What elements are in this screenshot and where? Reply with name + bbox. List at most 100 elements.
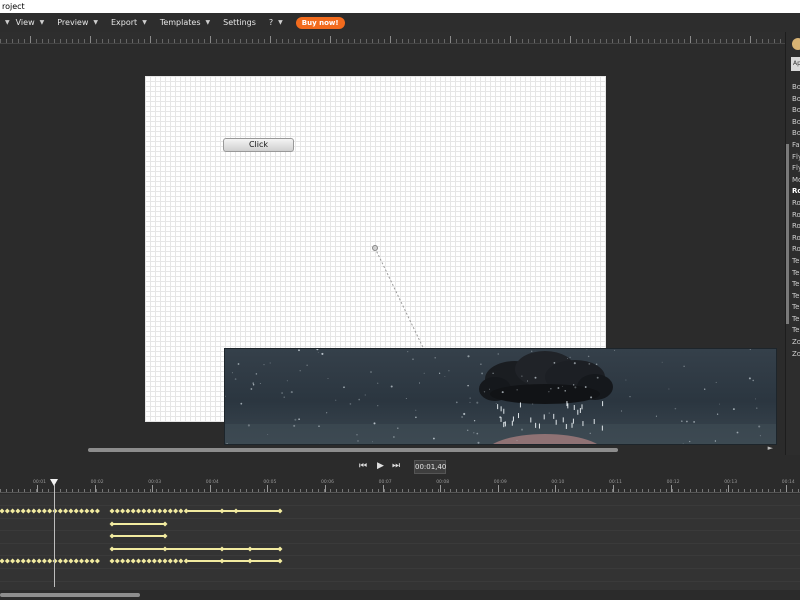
keyframe-diamond[interactable] <box>157 508 163 514</box>
buy-now-button[interactable]: Buy now! <box>295 16 345 29</box>
keyframe-diamond[interactable] <box>47 558 53 564</box>
keyframe-diamond[interactable] <box>162 521 168 527</box>
effect-list-item[interactable]: Bo <box>792 95 800 107</box>
menu-preview[interactable]: Preview ▼ <box>57 18 98 27</box>
keyframe-diamond[interactable] <box>178 508 184 514</box>
keyframe-diamond[interactable] <box>120 558 126 564</box>
keyframe-diamond[interactable] <box>36 558 42 564</box>
keyframe-diamond[interactable] <box>94 508 100 514</box>
motion-path-handle[interactable] <box>372 245 378 251</box>
keyframe-diamond[interactable] <box>157 558 163 564</box>
keyframe-diamond[interactable] <box>68 558 74 564</box>
keyframe-diamond[interactable] <box>0 508 5 514</box>
keyframe-diamond[interactable] <box>26 558 31 564</box>
keyframe-diamond[interactable] <box>219 508 225 514</box>
keyframe-diamond[interactable] <box>247 546 253 552</box>
effect-list-item[interactable]: Ro <box>792 187 800 199</box>
effect-list-item[interactable]: Te <box>792 292 800 304</box>
keyframe-diamond[interactable] <box>277 558 283 564</box>
scrollbar-thumb[interactable] <box>88 448 618 452</box>
keyframe-diamond[interactable] <box>84 508 90 514</box>
effect-list-item[interactable]: Bo <box>792 83 800 95</box>
keyframe-diamond[interactable] <box>89 558 95 564</box>
keyframe-diamond[interactable] <box>31 558 37 564</box>
keyframe-diamond[interactable] <box>73 508 79 514</box>
skip-forward-icon[interactable]: ⏭ <box>392 461 400 471</box>
keyframe-diamond[interactable] <box>162 508 168 514</box>
keyframe-diamond[interactable] <box>47 508 53 514</box>
keyframe-diamond[interactable] <box>31 508 37 514</box>
effect-list-item[interactable]: Ro <box>792 222 800 234</box>
keyframe-diamond[interactable] <box>277 546 283 552</box>
keyframe-diamond[interactable] <box>109 558 115 564</box>
keyframe-diamond[interactable] <box>41 508 47 514</box>
keyframe-diamond[interactable] <box>15 508 21 514</box>
effect-list-item[interactable]: Fly <box>792 153 800 165</box>
keyframe-diamond[interactable] <box>114 508 120 514</box>
timeline-ruler[interactable]: 00:01 00:02 00:03 00:04 00:05 00:06 00:07 00:08… <box>0 479 800 493</box>
effect-list-item[interactable]: Fly <box>792 164 800 176</box>
keyframe-diamond[interactable] <box>219 546 225 552</box>
effect-list-item[interactable]: Fa <box>792 141 800 153</box>
keyframe-diamond[interactable] <box>15 558 21 564</box>
keyframe-diamond[interactable] <box>125 508 131 514</box>
keyframe-diamond[interactable] <box>136 558 141 564</box>
effect-list-item[interactable]: Zo <box>792 350 800 362</box>
keyframe-diamond[interactable] <box>10 508 16 514</box>
play-icon[interactable]: ▶ <box>377 461 384 471</box>
effect-list-item[interactable]: Bo <box>792 106 800 118</box>
keyframe-diamond[interactable] <box>130 558 136 564</box>
timeline-scrollbar-thumb[interactable] <box>0 593 140 597</box>
keyframe-diamond[interactable] <box>162 533 168 539</box>
keyframe-diamond[interactable] <box>4 508 10 514</box>
keyframe-diamond[interactable] <box>151 558 157 564</box>
keyframe-diamond[interactable] <box>146 508 152 514</box>
keyframe-diamond[interactable] <box>89 508 95 514</box>
keyframe-diamond[interactable] <box>0 558 5 564</box>
keyframe-diamond[interactable] <box>173 558 179 564</box>
keyframe-diamond[interactable] <box>162 558 168 564</box>
keyframe-diamond[interactable] <box>167 508 173 514</box>
keyframe-diamond[interactable] <box>141 558 147 564</box>
keyframe-diamond[interactable] <box>247 558 253 564</box>
menu-dropdown-caret[interactable]: ▼ <box>0 19 10 26</box>
menu-help[interactable]: ? ▼ <box>269 18 283 27</box>
keyframe-diamond[interactable] <box>68 508 74 514</box>
keyframe-diamond[interactable] <box>36 508 42 514</box>
effect-list-item[interactable]: Te <box>792 280 800 292</box>
keyframe-diamond[interactable] <box>125 558 131 564</box>
keyframe-diamond[interactable] <box>26 508 31 514</box>
menu-templates[interactable]: Templates ▼ <box>160 18 210 27</box>
keyframe-diamond[interactable] <box>277 508 283 514</box>
keyframe-diamond[interactable] <box>63 558 69 564</box>
effect-list-item[interactable]: Te <box>792 326 800 338</box>
effect-list-item[interactable]: Bo <box>792 129 800 141</box>
keyframe-diamond[interactable] <box>4 558 10 564</box>
keyframe-diamond[interactable] <box>94 558 100 564</box>
keyframe-diamond[interactable] <box>120 508 126 514</box>
panel-tab[interactable]: Ap <box>791 57 800 71</box>
scroll-right-arrow-icon[interactable]: ► <box>768 444 773 452</box>
effect-list-item[interactable]: Mo <box>792 176 800 188</box>
menu-settings[interactable]: Settings <box>223 18 256 27</box>
menu-view[interactable]: View ▼ <box>16 18 45 27</box>
effect-list-item[interactable]: Te <box>792 303 800 315</box>
keyframe-diamond[interactable] <box>151 508 157 514</box>
effect-list-item[interactable]: Te <box>792 269 800 281</box>
keyframe-diamond[interactable] <box>173 508 179 514</box>
keyframe-diamond[interactable] <box>183 508 189 514</box>
keyframe-diamond[interactable] <box>20 558 26 564</box>
keyframe-diamond[interactable] <box>57 558 63 564</box>
keyframe-diamond[interactable] <box>109 533 115 539</box>
keyframe-diamond[interactable] <box>41 558 47 564</box>
effect-list-item[interactable]: Ro <box>792 199 800 211</box>
keyframe-diamond[interactable] <box>141 508 147 514</box>
keyframe-diamond[interactable] <box>219 558 225 564</box>
playhead-handle[interactable] <box>50 479 58 486</box>
keyframe-diamond[interactable] <box>20 508 26 514</box>
effect-list-item[interactable]: Te <box>792 257 800 269</box>
keyframe-diamond[interactable] <box>233 508 239 514</box>
keyframe-diamond[interactable] <box>178 558 184 564</box>
keyframe-diamond[interactable] <box>167 558 173 564</box>
effect-list-item[interactable]: Ro <box>792 211 800 223</box>
